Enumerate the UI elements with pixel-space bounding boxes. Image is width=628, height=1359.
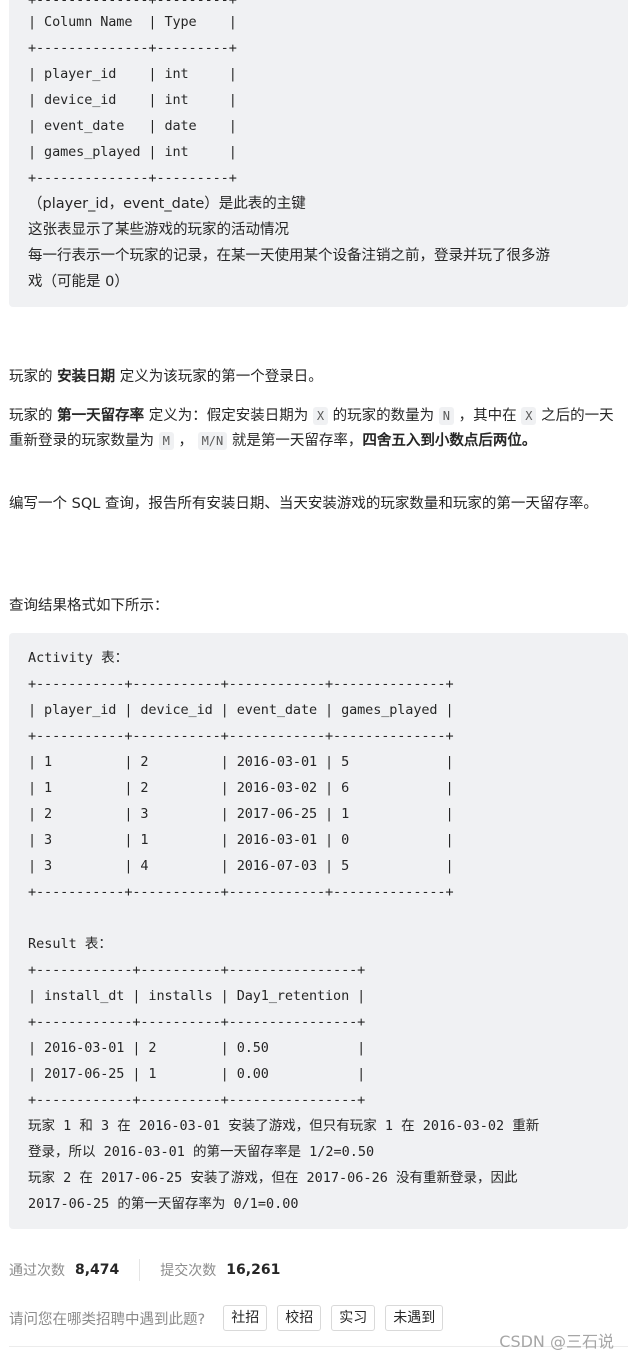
explanation-line: 玩家 2 在 2017-06-25 安装了游戏，但在 2017-06-26 没有…	[28, 1170, 518, 1186]
task-description: 编写一个 SQL 查询，报告所有安装日期、当天安装游戏的玩家数量和玩家的第一天留…	[9, 492, 628, 517]
text: 查询结果格式如下所示：	[9, 598, 169, 614]
survey-option-not-encountered[interactable]: 未遇到	[385, 1305, 444, 1331]
schema-note: （player_id，event_date）是此表的主键	[28, 196, 306, 212]
text: 定义为：假定安装日期为	[144, 408, 313, 424]
inline-code-x: X	[312, 407, 329, 425]
schema-code-block: +--------------+---------+ | Column Name…	[9, 0, 628, 307]
text: 定义为该玩家的第一个登录日。	[115, 369, 323, 385]
explanation-line: 登录，所以 2016-03-01 的第一天留存率是 1/2=0.50	[28, 1144, 375, 1160]
activity-title: Activity 表：	[28, 650, 129, 666]
activity-line: +-----------+-----------+------------+--…	[28, 884, 454, 900]
explanation-line: 2017-06-25 的第一天留存率为 0/1=0.00	[28, 1196, 299, 1212]
text: ，	[173, 433, 198, 449]
inline-code-m: M	[158, 432, 174, 450]
survey-option-campus[interactable]: 校招	[277, 1305, 322, 1331]
activity-line: | 2 | 3 | 2017-06-25 | 1 |	[28, 806, 454, 822]
activity-line: +-----------+-----------+------------+--…	[28, 728, 454, 744]
submission-stats: 通过次数 8,474 提交次数 16,261	[9, 1259, 280, 1281]
text: 就是第一天留存率，	[227, 433, 363, 449]
schema-line: | player_id | int |	[28, 66, 237, 82]
retention-definition: 玩家的 第一天留存率 定义为：假定安装日期为 X 的玩家的数量为 N ，其中在 …	[9, 404, 628, 454]
activity-line: | 1 | 2 | 2016-03-01 | 5 |	[28, 754, 454, 770]
result-line: +------------+----------+---------------…	[28, 1014, 366, 1030]
text: 的玩家的数量为	[328, 408, 439, 424]
install-date-term: 安装日期	[57, 369, 116, 385]
inline-code-mn: M/N	[197, 432, 228, 450]
install-date-definition: 玩家的 安装日期 定义为该玩家的第一个登录日。	[9, 365, 628, 389]
result-line: +------------+----------+---------------…	[28, 962, 366, 978]
activity-line: +-----------+-----------+------------+--…	[28, 676, 454, 692]
result-line: | install_dt | installs | Day1_retention…	[28, 988, 366, 1004]
schema-note: 这张表显示了某些游戏的玩家的活动情况	[28, 222, 289, 238]
accepted-count: 8,474	[75, 1262, 120, 1278]
format-intro: 查询结果格式如下所示：	[9, 594, 628, 618]
schema-line: | games_played | int |	[28, 144, 237, 160]
text: 玩家的	[9, 408, 58, 424]
explanation-line: 玩家 1 和 3 在 2016-03-01 安装了游戏，但只有玩家 1 在 20…	[28, 1118, 540, 1134]
activity-line: | 3 | 1 | 2016-03-01 | 0 |	[28, 832, 454, 848]
watermark: CSDN @三石说	[499, 1332, 614, 1351]
example-code-block: Activity 表： +-----------+-----------+---…	[9, 633, 628, 1229]
text: 玩家的	[9, 369, 58, 385]
survey-option-social[interactable]: 社招	[223, 1305, 268, 1331]
schema-line: +--------------+---------+	[28, 170, 237, 186]
rounding-note: 四舍五入到小数点后两位。	[362, 433, 537, 449]
result-line: | 2017-06-25 | 1 | 0.00 |	[28, 1066, 366, 1082]
recruitment-survey: 请问您在哪类招聘中遇到此题? 社招 校招 实习 未遇到	[9, 1305, 444, 1331]
schema-line: | Column Name | Type |	[28, 14, 237, 30]
result-line: +------------+----------+---------------…	[28, 1092, 366, 1108]
inline-code-n: N	[438, 407, 455, 425]
text: ，其中在	[454, 408, 522, 424]
retention-term: 第一天留存率	[57, 408, 145, 424]
result-title: Result 表：	[28, 936, 112, 952]
result-line: | 2016-03-01 | 2 | 0.50 |	[28, 1040, 366, 1056]
submitted-count: 16,261	[226, 1262, 281, 1278]
schema-line: +--------------+---------+	[28, 40, 237, 56]
survey-option-internship[interactable]: 实习	[331, 1305, 376, 1331]
activity-line: | 1 | 2 | 2016-03-02 | 6 |	[28, 780, 454, 796]
text: 编写一个 SQL 查询，报告所有安装日期、当天安装游戏的玩家数量和玩家的第一天留…	[9, 496, 598, 512]
survey-question: 请问您在哪类招聘中遇到此题?	[9, 1311, 206, 1328]
activity-line: | player_id | device_id | event_date | g…	[28, 702, 454, 718]
activity-line: | 3 | 4 | 2016-07-03 | 5 |	[28, 858, 454, 874]
schema-line: | device_id | int |	[28, 92, 237, 108]
schema-note: 戏（可能是 0）	[28, 274, 129, 290]
stats-divider	[139, 1259, 141, 1281]
schema-line: | event_date | date |	[28, 118, 237, 134]
inline-code-x: X	[521, 407, 537, 425]
submitted-label: 提交次数	[160, 1263, 217, 1279]
accepted-label: 通过次数	[9, 1263, 65, 1279]
schema-note: 每一行表示一个玩家的记录，在某一天使用某个设备注销之前，登录并玩了很多游	[28, 248, 550, 264]
